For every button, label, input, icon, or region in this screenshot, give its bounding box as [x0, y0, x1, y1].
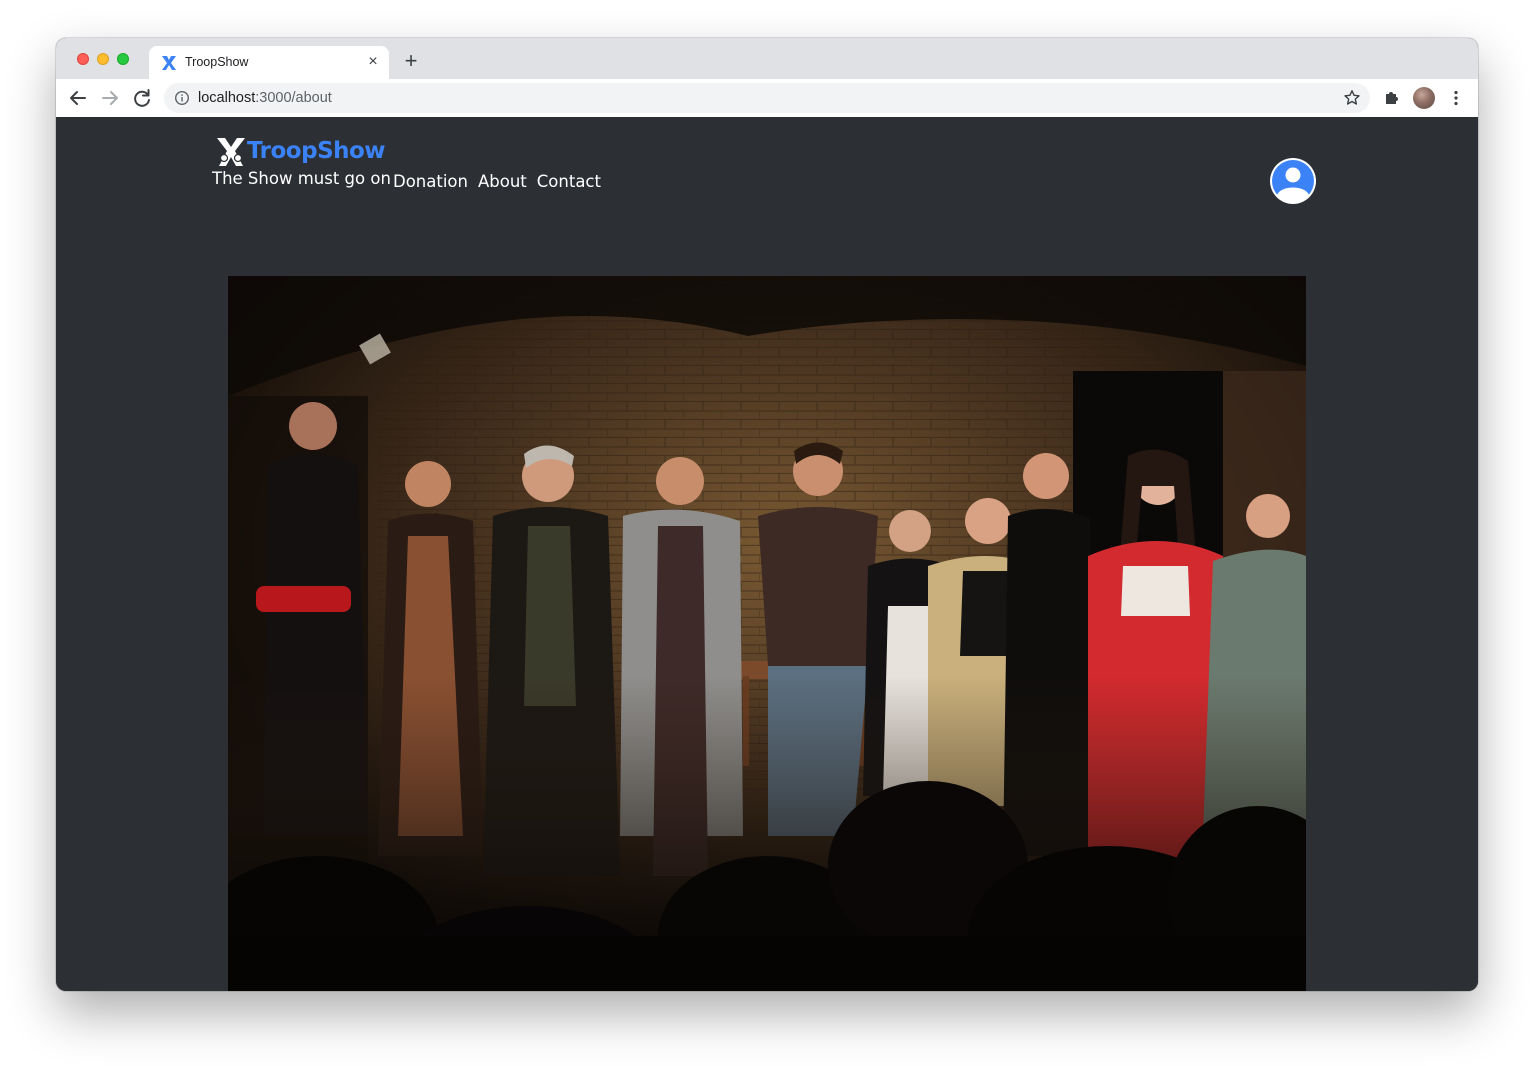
url-path: :3000/about: [255, 90, 332, 106]
browser-toolbar: localhost:3000/about: [56, 79, 1478, 118]
nav-link-contact[interactable]: Contact: [537, 172, 601, 191]
troopshow-logo-icon[interactable]: [215, 137, 247, 167]
new-tab-button[interactable]: +: [399, 49, 423, 73]
tab-title: TroopShow: [185, 55, 249, 69]
url-host: localhost: [198, 90, 256, 106]
tab-close-icon[interactable]: ×: [364, 53, 382, 71]
theatre-cast-bow-photo: [228, 276, 1306, 991]
forward-arrow-icon[interactable]: [98, 86, 122, 110]
nav-link-about[interactable]: About: [478, 172, 527, 191]
brand-name[interactable]: TroopShow: [247, 138, 386, 164]
info-icon[interactable]: [174, 90, 190, 106]
profile-avatar[interactable]: [1413, 87, 1435, 109]
star-icon[interactable]: [1342, 88, 1362, 108]
back-arrow-icon[interactable]: [66, 86, 90, 110]
browser-window: TroopShow × + localhost:3000/about Troop…: [56, 38, 1478, 991]
brand-tagline: The Show must go on: [212, 169, 391, 188]
nav-link-donation[interactable]: Donation: [393, 172, 468, 191]
close-window-button[interactable]: [77, 53, 89, 65]
puzzle-extension-icon[interactable]: [1382, 88, 1402, 108]
tab-strip: TroopShow × +: [56, 38, 1478, 79]
address-bar[interactable]: localhost:3000/about: [164, 83, 1370, 113]
user-avatar-icon[interactable]: [1269, 157, 1317, 205]
url-text[interactable]: localhost:3000/about: [198, 90, 332, 106]
page-content: TroopShow The Show must go on Donation A…: [56, 117, 1478, 991]
minimize-window-button[interactable]: [97, 53, 109, 65]
main-nav: Donation About Contact: [393, 172, 601, 191]
reload-icon[interactable]: [130, 86, 154, 110]
troopshow-favicon-icon: [162, 56, 176, 70]
hero-image: [228, 276, 1306, 991]
maximize-window-button[interactable]: [117, 53, 129, 65]
browser-tab[interactable]: TroopShow ×: [149, 46, 389, 79]
kebab-menu-icon[interactable]: [1446, 88, 1466, 108]
